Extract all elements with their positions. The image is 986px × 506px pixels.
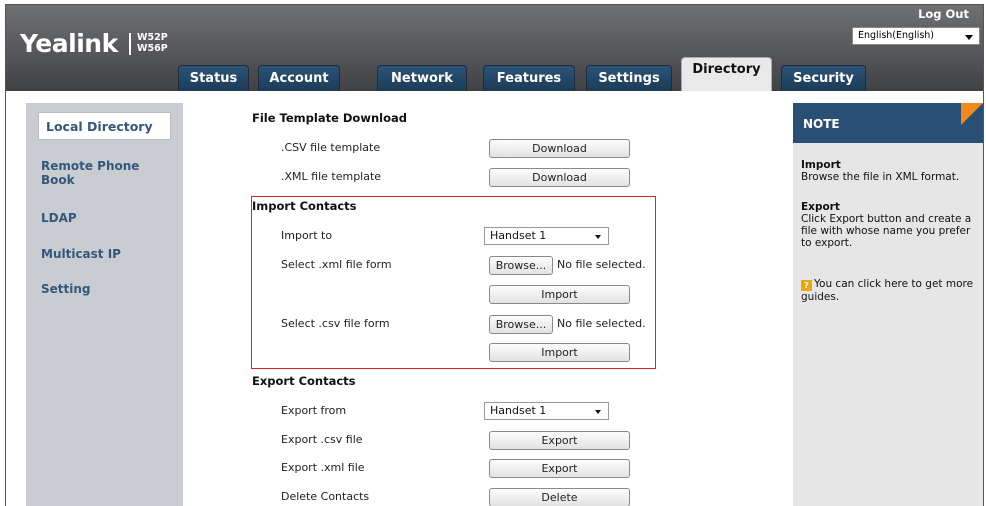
tab-settings[interactable]: Settings — [586, 65, 672, 91]
export-contacts-title: Export Contacts — [252, 374, 356, 388]
sidebar-item-ldap[interactable]: LDAP — [41, 211, 77, 225]
export-from-select[interactable]: Handset 1 — [484, 402, 609, 420]
export-csv-button[interactable]: Export — [489, 431, 630, 450]
chevron-down-icon — [965, 35, 973, 40]
model-w52p: W52P — [137, 32, 168, 43]
tab-network[interactable]: Network — [377, 65, 467, 91]
note-title: NOTE — [793, 103, 983, 143]
sidebar-item-label: Local Directory — [46, 119, 153, 134]
import-csv-button[interactable]: Import — [489, 343, 630, 362]
logout-link[interactable]: Log Out — [918, 7, 969, 21]
csv-template-label: .CSV file template — [281, 141, 381, 154]
download-csv-button[interactable]: Download — [489, 139, 630, 158]
download-xml-button[interactable]: Download — [489, 168, 630, 187]
import-to-label: Import to — [281, 229, 333, 242]
export-xml-button[interactable]: Export — [489, 459, 630, 478]
browse-csv-button[interactable]: Browse... — [489, 315, 553, 334]
csv-file-label: Select .csv file form — [281, 317, 390, 330]
delete-contacts-label: Delete Contacts — [281, 490, 370, 503]
export-xml-label: Export .xml file — [281, 461, 365, 474]
sidebar-item-setting[interactable]: Setting — [41, 282, 91, 296]
import-xml-button[interactable]: Import — [489, 285, 630, 304]
xml-file-status: No file selected. — [557, 258, 646, 271]
tab-features[interactable]: Features — [483, 65, 575, 91]
note-import-title: Import — [801, 159, 841, 171]
note-import: Import Browse the file in XML format. — [801, 159, 979, 183]
delete-contacts-button[interactable]: Delete — [489, 488, 630, 506]
export-from-label: Export from — [281, 404, 347, 417]
header-bar: Yealink W52P W56P Log Out English(Englis… — [6, 5, 983, 91]
tab-security[interactable]: Security — [781, 65, 866, 91]
tab-directory[interactable]: Directory — [681, 57, 772, 91]
sidebar-item-remote-phone-book[interactable]: Remote Phone Book — [41, 159, 151, 187]
note-export: Export Click Export button and create a … — [801, 201, 979, 249]
xml-file-label: Select .xml file form — [281, 258, 392, 271]
note-import-text: Browse the file in XML format. — [801, 171, 960, 183]
sidebar: Local Directory Remote Phone Book LDAP M… — [26, 103, 183, 506]
language-value: English(English) — [858, 30, 935, 41]
tab-account[interactable]: Account — [258, 65, 340, 91]
note-guide-text: You can click here to get more guides. — [801, 278, 974, 303]
chevron-down-icon — [595, 235, 601, 239]
browse-xml-button[interactable]: Browse... — [489, 256, 553, 275]
directory-content: File Template Download .CSV file templat… — [184, 103, 784, 506]
note-guide[interactable]: ? You can click here to get more guides. — [801, 278, 979, 303]
xml-template-label: .XML file template — [281, 170, 382, 183]
import-contacts-title: Import Contacts — [252, 199, 357, 213]
tab-status[interactable]: Status — [178, 65, 249, 91]
sidebar-item-multicast-ip[interactable]: Multicast IP — [41, 247, 121, 261]
chevron-down-icon — [595, 410, 601, 414]
note-export-text: Click Export button and create a file wi… — [801, 213, 972, 249]
note-panel: NOTE Import Browse the file in XML forma… — [793, 103, 983, 506]
export-csv-label: Export .csv file — [281, 433, 363, 446]
import-to-value: Handset 1 — [490, 229, 547, 242]
note-corner-accent — [961, 103, 983, 125]
model-w56p: W56P — [137, 43, 168, 54]
language-select[interactable]: English(English) — [852, 27, 980, 45]
export-from-value: Handset 1 — [490, 404, 547, 417]
model-names: W52P W56P — [137, 32, 168, 54]
sidebar-item-local-directory[interactable]: Local Directory — [38, 112, 171, 140]
csv-file-status: No file selected. — [557, 317, 646, 330]
import-to-select[interactable]: Handset 1 — [484, 227, 609, 245]
logo-divider — [129, 33, 131, 55]
file-template-title: File Template Download — [252, 111, 407, 125]
note-export-title: Export — [801, 201, 840, 213]
help-book-icon: ? — [801, 280, 812, 291]
web-ui-frame: Yealink W52P W56P Log Out English(Englis… — [5, 4, 984, 506]
yealink-logo: Yealink — [20, 29, 118, 58]
